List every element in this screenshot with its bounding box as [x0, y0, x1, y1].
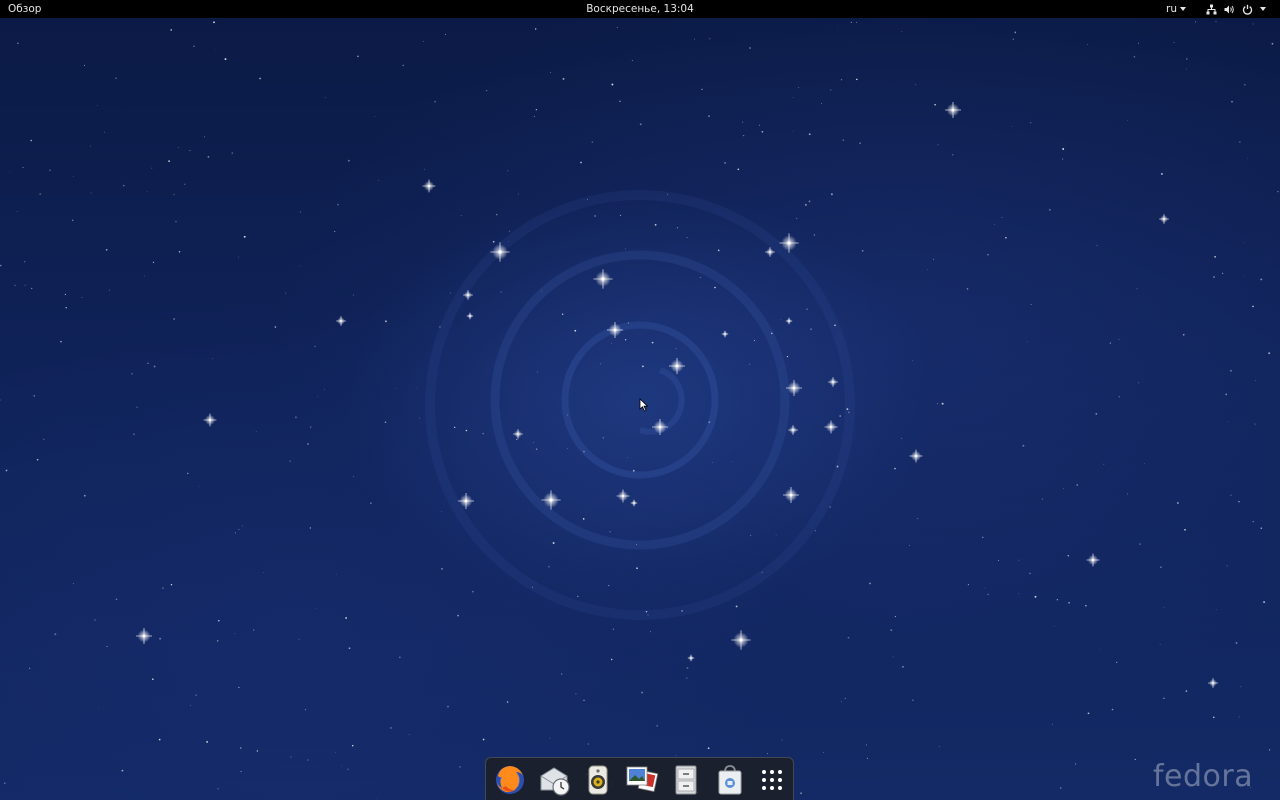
fedora-logo: fedora [1153, 759, 1254, 794]
network-icon [1206, 4, 1217, 14]
desktop[interactable]: Обзор Воскресенье, 13:04 ru fedora [0, 0, 1280, 800]
dash-item-evolution[interactable] [536, 762, 572, 798]
dash-item-files[interactable] [668, 762, 704, 798]
clock-label[interactable]: Воскресенье, 13:04 [586, 3, 694, 15]
speaker-icon [588, 765, 608, 795]
top-bar: Обзор Воскресенье, 13:04 ru [0, 0, 1280, 18]
firefox-icon [496, 766, 524, 794]
activities-label: Обзор [8, 3, 42, 15]
evolution-mail-clock-icon [540, 767, 570, 796]
show-applications-button[interactable] [754, 762, 790, 798]
dash [485, 757, 794, 800]
app-grid-icon [762, 770, 782, 790]
dash-item-firefox[interactable] [492, 762, 528, 798]
power-icon [1242, 4, 1253, 15]
keyboard-layout-label: ru [1166, 3, 1177, 15]
shopping-bag-icon [718, 765, 742, 795]
chevron-down-icon [1260, 7, 1266, 11]
keyboard-layout-menu[interactable]: ru [1166, 0, 1186, 18]
photos-icon [626, 766, 659, 792]
mouse-pointer-icon [639, 398, 649, 412]
chevron-down-icon [1179, 7, 1186, 11]
file-cabinet-icon [675, 765, 697, 795]
dash-item-software[interactable] [712, 762, 748, 798]
system-status-menu[interactable] [1206, 0, 1266, 18]
activities-button[interactable]: Обзор [8, 0, 41, 18]
dash-item-rhythmbox[interactable] [580, 762, 616, 798]
clock-button: Воскресенье, 13:04 [0, 0, 1280, 18]
volume-icon [1224, 5, 1234, 13]
dash-item-shotwell[interactable] [624, 762, 660, 798]
